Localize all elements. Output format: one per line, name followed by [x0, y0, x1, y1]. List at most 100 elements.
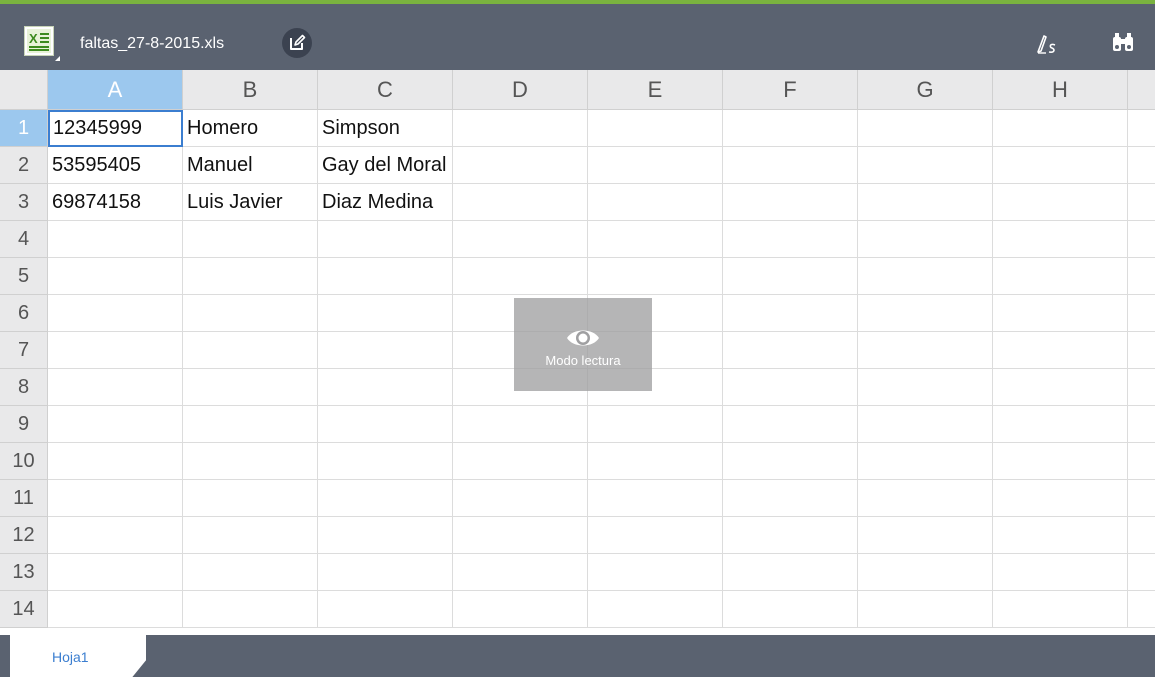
cell-d2[interactable] — [453, 147, 588, 184]
cell-f1[interactable] — [723, 110, 858, 147]
cell-overflow10[interactable] — [1128, 443, 1155, 480]
cell-c11[interactable] — [318, 480, 453, 517]
row-header-12[interactable]: 12 — [0, 517, 48, 554]
cell-f13[interactable] — [723, 554, 858, 591]
find-button[interactable] — [1108, 28, 1138, 58]
cell-c9[interactable] — [318, 406, 453, 443]
cell-c1[interactable]: Simpson — [318, 110, 453, 147]
cell-g8[interactable] — [858, 369, 993, 406]
cell-b6[interactable] — [183, 295, 318, 332]
column-header-b[interactable]: B — [183, 70, 318, 110]
column-header-e[interactable]: E — [588, 70, 723, 110]
cell-c12[interactable] — [318, 517, 453, 554]
cell-e5[interactable] — [588, 258, 723, 295]
cell-c13[interactable] — [318, 554, 453, 591]
row-header-4[interactable]: 4 — [0, 221, 48, 258]
cell-h12[interactable] — [993, 517, 1128, 554]
row-header-1[interactable]: 1 — [0, 110, 48, 147]
cell-e2[interactable] — [588, 147, 723, 184]
cell-g4[interactable] — [858, 221, 993, 258]
cell-d3[interactable] — [453, 184, 588, 221]
column-header-c[interactable]: C — [318, 70, 453, 110]
cell-g10[interactable] — [858, 443, 993, 480]
cell-overflow5[interactable] — [1128, 258, 1155, 295]
cell-b5[interactable] — [183, 258, 318, 295]
cell-g6[interactable] — [858, 295, 993, 332]
cell-overflow11[interactable] — [1128, 480, 1155, 517]
cell-a5[interactable] — [48, 258, 183, 295]
row-header-10[interactable]: 10 — [0, 443, 48, 480]
cell-c4[interactable] — [318, 221, 453, 258]
cell-g12[interactable] — [858, 517, 993, 554]
cell-g9[interactable] — [858, 406, 993, 443]
cell-d12[interactable] — [453, 517, 588, 554]
cell-b7[interactable] — [183, 332, 318, 369]
cell-c6[interactable] — [318, 295, 453, 332]
cell-b13[interactable] — [183, 554, 318, 591]
row-header-14[interactable]: 14 — [0, 591, 48, 628]
cell-b2[interactable]: Manuel — [183, 147, 318, 184]
cell-overflow1[interactable] — [1128, 110, 1155, 147]
cell-a10[interactable] — [48, 443, 183, 480]
cell-f3[interactable] — [723, 184, 858, 221]
row-header-2[interactable]: 2 — [0, 147, 48, 184]
column-header-h[interactable]: H — [993, 70, 1128, 110]
column-header-f[interactable]: F — [723, 70, 858, 110]
row-header-8[interactable]: 8 — [0, 369, 48, 406]
cell-a4[interactable] — [48, 221, 183, 258]
cell-overflow9[interactable] — [1128, 406, 1155, 443]
reading-mode-badge[interactable]: Modo lectura — [514, 298, 652, 391]
pen-button[interactable] — [1033, 30, 1061, 58]
column-header-d[interactable]: D — [453, 70, 588, 110]
sheet-tab-hoja1[interactable]: Hoja1 — [10, 635, 146, 677]
cell-b3[interactable]: Luis Javier — [183, 184, 318, 221]
cell-h2[interactable] — [993, 147, 1128, 184]
cell-a11[interactable] — [48, 480, 183, 517]
cell-f10[interactable] — [723, 443, 858, 480]
cell-e9[interactable] — [588, 406, 723, 443]
cell-f14[interactable] — [723, 591, 858, 628]
cell-b1[interactable]: Homero — [183, 110, 318, 147]
cell-d1[interactable] — [453, 110, 588, 147]
cell-a12[interactable] — [48, 517, 183, 554]
cell-f7[interactable] — [723, 332, 858, 369]
cell-overflow13[interactable] — [1128, 554, 1155, 591]
cell-c7[interactable] — [318, 332, 453, 369]
cell-d10[interactable] — [453, 443, 588, 480]
cell-f6[interactable] — [723, 295, 858, 332]
cell-h13[interactable] — [993, 554, 1128, 591]
row-header-5[interactable]: 5 — [0, 258, 48, 295]
cell-e4[interactable] — [588, 221, 723, 258]
cell-c8[interactable] — [318, 369, 453, 406]
row-header-3[interactable]: 3 — [0, 184, 48, 221]
row-header-9[interactable]: 9 — [0, 406, 48, 443]
cell-f8[interactable] — [723, 369, 858, 406]
cell-a3[interactable]: 69874158 — [48, 184, 183, 221]
cell-a2[interactable]: 53595405 — [48, 147, 183, 184]
cell-g1[interactable] — [858, 110, 993, 147]
cell-h5[interactable] — [993, 258, 1128, 295]
cell-h8[interactable] — [993, 369, 1128, 406]
cell-e14[interactable] — [588, 591, 723, 628]
cell-a6[interactable] — [48, 295, 183, 332]
cell-f9[interactable] — [723, 406, 858, 443]
cell-d13[interactable] — [453, 554, 588, 591]
cell-g13[interactable] — [858, 554, 993, 591]
cell-e13[interactable] — [588, 554, 723, 591]
row-header-6[interactable]: 6 — [0, 295, 48, 332]
cell-f12[interactable] — [723, 517, 858, 554]
cell-overflow7[interactable] — [1128, 332, 1155, 369]
cell-g5[interactable] — [858, 258, 993, 295]
cell-overflow8[interactable] — [1128, 369, 1155, 406]
row-header-7[interactable]: 7 — [0, 332, 48, 369]
cell-a1[interactable]: 12345999 — [48, 110, 183, 147]
cell-e11[interactable] — [588, 480, 723, 517]
cell-d5[interactable] — [453, 258, 588, 295]
cell-g7[interactable] — [858, 332, 993, 369]
cell-d9[interactable] — [453, 406, 588, 443]
cell-a9[interactable] — [48, 406, 183, 443]
cell-f4[interactable] — [723, 221, 858, 258]
cell-b12[interactable] — [183, 517, 318, 554]
cell-e12[interactable] — [588, 517, 723, 554]
cell-h1[interactable] — [993, 110, 1128, 147]
